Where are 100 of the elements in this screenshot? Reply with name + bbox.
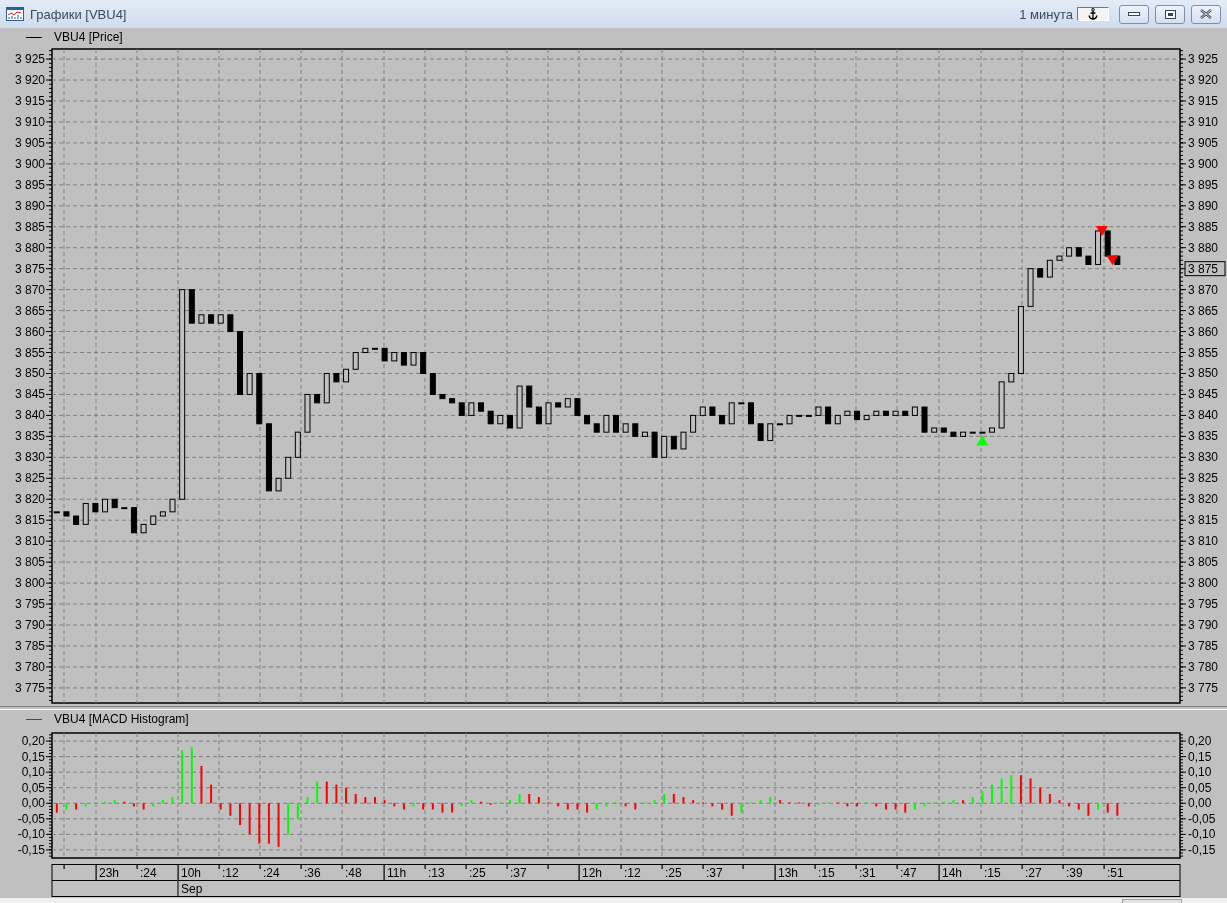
time-label: :37: [510, 866, 527, 880]
time-label: :15: [818, 866, 835, 880]
time-label: :36: [304, 866, 321, 880]
close-button[interactable]: [1191, 4, 1221, 24]
candle: [931, 427, 938, 433]
candle: [102, 498, 109, 513]
candle: [169, 498, 176, 513]
candle: [246, 373, 253, 395]
candle: [371, 347, 378, 350]
candle: [526, 385, 533, 408]
candle: [188, 289, 195, 324]
candle: [73, 515, 80, 525]
candle: [429, 373, 436, 395]
candle: [998, 381, 1005, 429]
candle: [593, 423, 600, 433]
interval-label: 1 минута: [1019, 6, 1073, 22]
axis-label: 0,00: [21, 796, 45, 811]
candle: [391, 352, 398, 362]
candle: [111, 498, 118, 509]
axis-label: 3 810: [1188, 534, 1219, 549]
candle: [844, 410, 851, 416]
candle: [362, 347, 369, 353]
candle: [651, 431, 658, 458]
candle: [323, 373, 330, 404]
candle: [256, 373, 263, 425]
axis-label: 3 840: [14, 408, 45, 423]
candle: [487, 410, 494, 425]
axis-label: -0,05: [17, 811, 45, 826]
axis-label: 3 775: [1188, 680, 1219, 695]
axis-label: 3 880: [14, 240, 45, 255]
time-label: :12: [624, 866, 641, 880]
restore-button[interactable]: [1155, 4, 1185, 24]
time-label: :39: [1066, 866, 1083, 880]
candle: [747, 402, 754, 425]
candle: [1095, 230, 1102, 265]
candle: [796, 414, 803, 417]
axis-label: 3 875: [1188, 261, 1219, 276]
axis-label: 0,00: [1188, 796, 1212, 811]
candle: [690, 414, 697, 433]
candle: [535, 406, 542, 425]
candle: [314, 393, 321, 404]
axis-label: 3 825: [1188, 471, 1219, 486]
axis-label: 0,20: [21, 734, 45, 749]
time-label: :31: [859, 866, 876, 880]
axis-label: 3 850: [14, 366, 45, 381]
candle: [150, 515, 157, 525]
candle: [902, 410, 909, 416]
candle: [661, 435, 668, 458]
candle: [854, 410, 861, 421]
axis-label: 3 905: [14, 135, 45, 150]
candle: [584, 414, 591, 425]
axis-label: 0,20: [1188, 734, 1212, 749]
candle: [1066, 247, 1073, 257]
candle: [921, 406, 928, 433]
axis-label: 0,15: [1188, 749, 1212, 764]
axis-label: 3 800: [14, 576, 45, 591]
candle: [82, 502, 89, 525]
time-label: 10h: [181, 866, 202, 880]
axis-label: 3 925: [1188, 52, 1219, 67]
minimize-button[interactable]: [1119, 4, 1149, 24]
axis-label: 3 820: [1188, 492, 1219, 507]
axis-label: 3 920: [14, 73, 45, 87]
anchor-button[interactable]: [1077, 7, 1109, 21]
axis-label: 3 805: [1188, 555, 1219, 570]
candle: [63, 511, 70, 517]
axis-label: 3 790: [1188, 618, 1219, 632]
candle: [950, 431, 957, 437]
candle: [208, 314, 215, 324]
axis-label: 3 785: [1188, 639, 1219, 653]
axis-label: 0,05: [1188, 780, 1212, 795]
time-label: :51: [1107, 866, 1124, 880]
candle: [767, 423, 774, 442]
axis-label: 3 855: [14, 345, 45, 360]
candle: [1085, 255, 1092, 265]
axis-label: 3 885: [1188, 219, 1219, 234]
candle: [159, 511, 166, 517]
axis-label: 0,15: [21, 749, 45, 764]
axis-label: 3 825: [14, 471, 45, 486]
time-label: :24: [263, 866, 280, 880]
candle: [940, 427, 947, 433]
candle: [622, 423, 629, 433]
candle: [555, 402, 562, 408]
candle: [574, 398, 581, 416]
axis-label: 3 810: [14, 534, 45, 549]
axis-label: 3 890: [1188, 198, 1219, 213]
time-label: :25: [469, 866, 486, 880]
candle: [738, 402, 745, 405]
time-label: :37: [706, 866, 723, 880]
candle: [882, 410, 889, 416]
candle: [275, 477, 282, 492]
axis-label: 3 920: [1188, 73, 1219, 87]
anchor-icon: [1088, 8, 1098, 20]
axis-label: 3 870: [1188, 282, 1219, 297]
candle: [1056, 255, 1063, 261]
candle: [227, 314, 234, 333]
time-label: 23h: [99, 866, 120, 880]
candle: [410, 352, 417, 366]
candle: [1104, 230, 1111, 257]
candle: [381, 347, 388, 362]
candle: [506, 414, 513, 429]
